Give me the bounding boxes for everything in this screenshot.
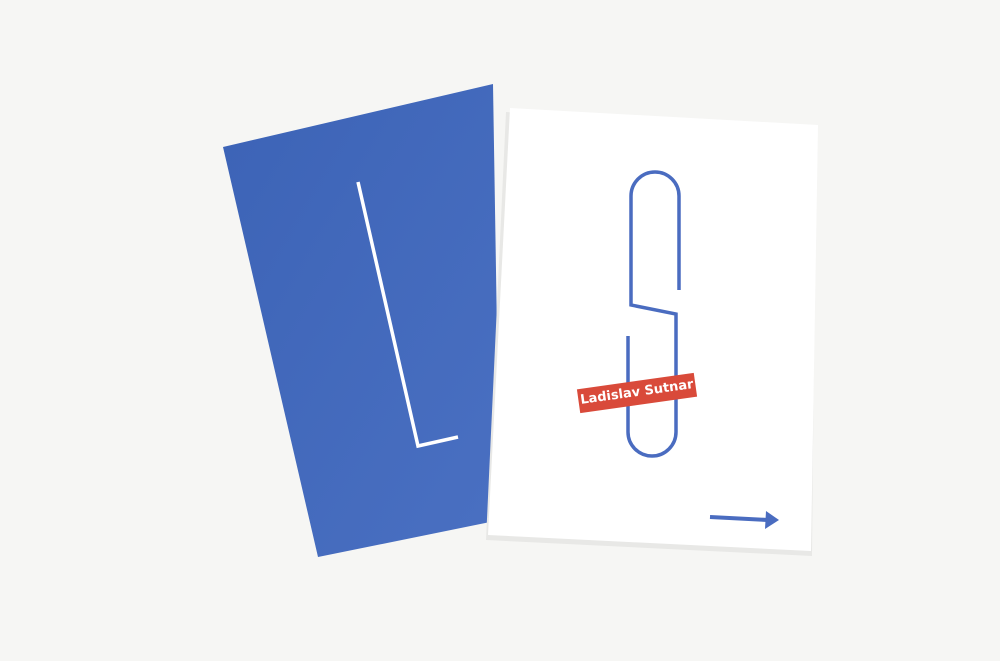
booklets-photo [223, 84, 818, 557]
blue-booklet [223, 84, 500, 557]
white-booklet [486, 108, 818, 556]
